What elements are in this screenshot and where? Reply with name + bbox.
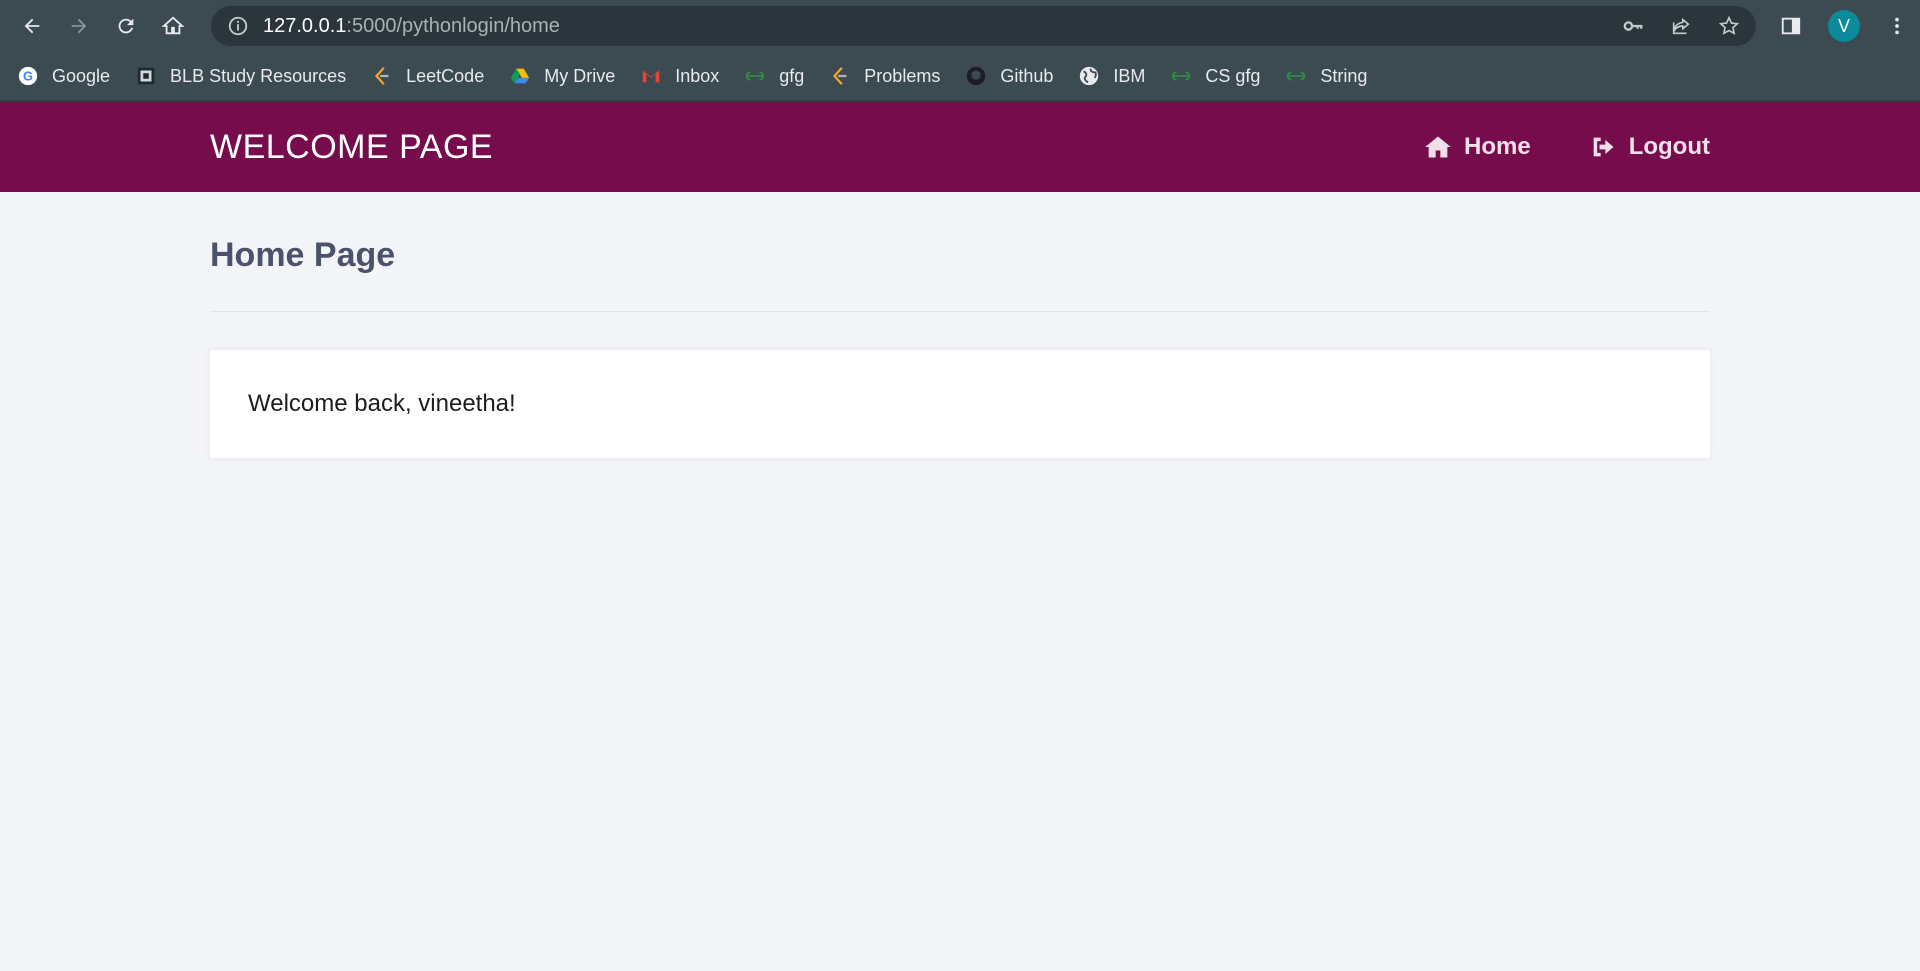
bookmark-label: Google — [52, 65, 111, 86]
bookmark-google[interactable]: G Google — [16, 64, 110, 88]
browser-toolbar: 127.0.0.1:5000/pythonlogin/home V — [0, 0, 1920, 52]
bookmark-label: String — [1320, 65, 1368, 86]
bookmark-label: IBM — [1113, 65, 1146, 86]
bookmark-label: LeetCode — [406, 65, 485, 86]
bookmark-leetcode[interactable]: LeetCode — [370, 64, 484, 88]
gmail-icon — [639, 64, 663, 88]
home-button[interactable] — [154, 6, 193, 46]
github-icon — [964, 64, 988, 88]
reload-icon — [118, 18, 134, 34]
drive-icon — [508, 64, 532, 88]
bookmark-github[interactable]: Github — [964, 64, 1053, 88]
sign-out-icon — [1593, 137, 1614, 157]
bookmark-gfg[interactable]: gfg — [743, 64, 804, 88]
star-icon[interactable] — [1718, 15, 1740, 37]
welcome-card: Welcome back, vineetha! — [210, 350, 1710, 458]
bookmark-problems[interactable]: Problems — [828, 64, 940, 88]
page-title: Home Page — [210, 192, 1710, 312]
forward-button[interactable] — [59, 6, 98, 46]
google-icon: G — [16, 64, 40, 88]
bookmark-ibm[interactable]: IBM — [1077, 64, 1145, 88]
info-icon[interactable] — [227, 15, 249, 37]
side-panel-icon[interactable] — [1780, 15, 1802, 37]
nav-logout-label: Logout — [1628, 133, 1710, 160]
profile-avatar[interactable]: V — [1828, 10, 1860, 42]
bookmark-label: Inbox — [675, 65, 720, 86]
gfg-icon — [1169, 64, 1193, 88]
bookmark-cs-gfg[interactable]: CS gfg — [1169, 64, 1260, 88]
bookmark-inbox[interactable]: Inbox — [639, 64, 719, 88]
app-navbar: WELCOME PAGE Home Logout — [0, 102, 1920, 192]
share-icon[interactable] — [1670, 15, 1692, 37]
nav-home-link[interactable]: Home — [1424, 133, 1531, 161]
leetcode-icon — [828, 64, 852, 88]
welcome-message: Welcome back, vineetha! — [248, 390, 516, 417]
bookmark-label: My Drive — [544, 65, 616, 86]
bookmark-label: Github — [1000, 65, 1054, 86]
bookmark-label: Problems — [864, 65, 941, 86]
back-button[interactable] — [12, 6, 51, 46]
arrow-left-icon — [24, 18, 39, 34]
bookmark-label: BLB Study Resources — [170, 65, 347, 86]
leetcode-icon — [370, 64, 394, 88]
key-icon[interactable] — [1622, 15, 1644, 37]
svg-text:G: G — [23, 69, 33, 84]
gfg-icon — [1284, 64, 1308, 88]
bookmark-label: CS gfg — [1205, 65, 1261, 86]
blb-icon — [134, 64, 158, 88]
address-bar[interactable]: 127.0.0.1:5000/pythonlogin/home — [211, 6, 1756, 46]
brand-title: WELCOME PAGE — [210, 127, 494, 166]
bookmark-label: gfg — [779, 65, 805, 86]
bookmarks-bar: G Google BLB Study Resources LeetCode My… — [0, 52, 1920, 102]
more-vert-icon[interactable] — [1886, 15, 1908, 37]
nav-home-label: Home — [1464, 133, 1531, 160]
home-outline-icon — [162, 16, 185, 35]
globe-icon — [1077, 64, 1101, 88]
main-content: Home Page Welcome back, vineetha! — [0, 192, 1920, 458]
reload-button[interactable] — [107, 6, 146, 46]
url-path: :5000/pythonlogin/home — [346, 14, 560, 37]
arrow-right-icon — [71, 18, 87, 34]
home-icon — [1425, 136, 1451, 158]
bookmark-string[interactable]: String — [1284, 64, 1367, 88]
bookmark-my-drive[interactable]: My Drive — [508, 64, 615, 88]
bookmark-blb[interactable]: BLB Study Resources — [134, 64, 346, 88]
url-host: 127.0.0.1 — [263, 14, 347, 37]
nav-logout-link[interactable]: Logout — [1589, 133, 1710, 161]
gfg-icon — [743, 64, 767, 88]
